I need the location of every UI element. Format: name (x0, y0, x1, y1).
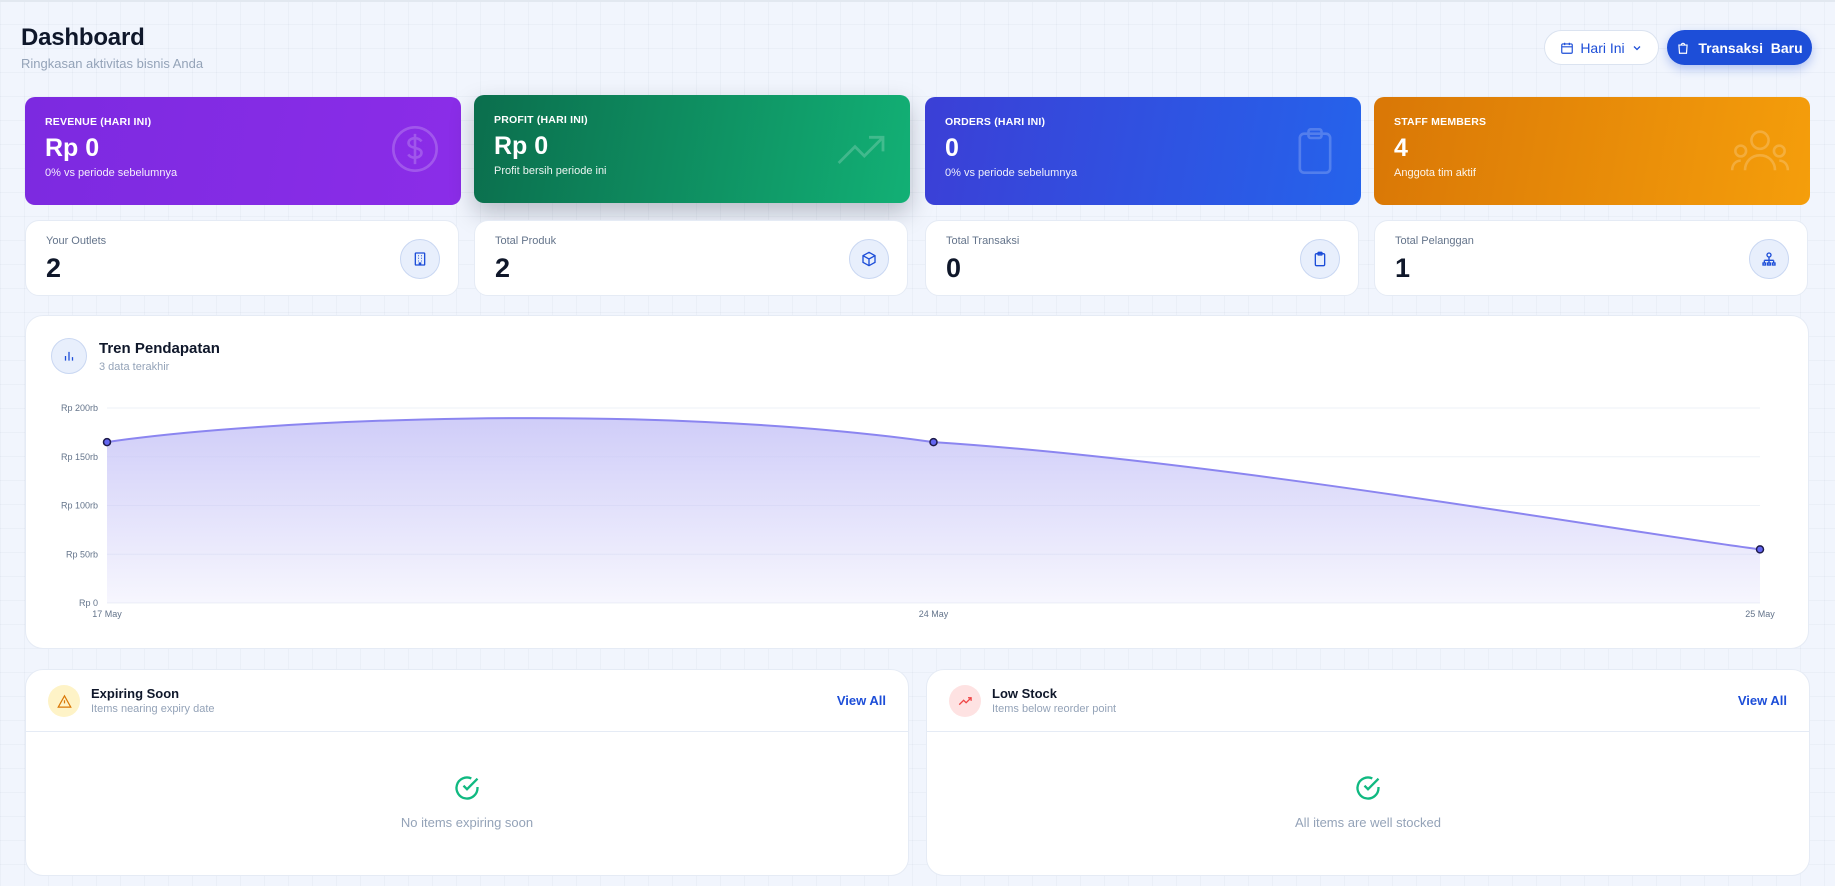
building-icon (400, 239, 440, 279)
view-all-link[interactable]: View All (1738, 693, 1787, 708)
stat-label: REVENUE (HARI INI) (45, 116, 152, 128)
network-icon (1749, 239, 1789, 279)
stat-value: 0 (945, 134, 959, 162)
stat-sub: 0% vs periode sebelumnya (945, 167, 1078, 179)
data-point (1755, 545, 1765, 554)
revenue-card: REVENUE (HARI INI) Rp 0 0% vs periode se… (25, 97, 461, 205)
y-tick-label: Rp 100rb (61, 501, 98, 511)
panel-title: Low Stock (992, 686, 1058, 701)
expiring-soon-panel: Expiring Soon Items nearing expiry date … (25, 669, 909, 876)
y-tick-label: Rp 0 (79, 598, 98, 608)
period-dropdown[interactable]: Hari Ini (1544, 30, 1659, 65)
low-stock-panel: Low Stock Items below reorder point View… (926, 669, 1810, 876)
stat-label: PROFIT (HARI INI) (494, 114, 588, 126)
box-icon (849, 239, 889, 279)
empty-message: All items are well stocked (1295, 815, 1441, 830)
clipboard-icon (1300, 239, 1340, 279)
mini-value: 1 (1395, 253, 1411, 283)
shopping-bag-icon (1678, 42, 1689, 54)
stat-sub: Profit bersih periode ini (494, 165, 607, 177)
data-point (102, 437, 112, 447)
y-tick-label: Rp 150rb (61, 452, 98, 462)
mini-label: Total Pelanggan (1395, 235, 1474, 247)
trending-up-icon (837, 135, 885, 164)
panel-subtitle: Items below reorder point (992, 703, 1117, 715)
users-icon (1730, 130, 1790, 171)
chevron-down-icon (1633, 45, 1641, 50)
new-transaction-button[interactable]: Transaksi Baru (1667, 30, 1812, 65)
staff-card: STAFF MEMBERS 4 Anggota tim aktif (1374, 97, 1810, 205)
stat-sub: 0% vs periode sebelumnya (45, 167, 178, 179)
mini-label: Total Transaksi (946, 235, 1020, 247)
stat-value: Rp 0 (494, 132, 549, 160)
customers-card: Total Pelanggan 1 (1374, 220, 1808, 296)
check-circle-icon (455, 776, 479, 800)
mini-label: Your Outlets (46, 235, 107, 247)
mini-value: 0 (946, 253, 962, 283)
stat-label: ORDERS (HARI INI) (945, 116, 1046, 128)
page-header: Dashboard Ringkasan aktivitas bisnis And… (21, 24, 203, 71)
view-all-link[interactable]: View All (837, 693, 886, 708)
page-subtitle: Ringkasan aktivitas bisnis Anda (21, 56, 204, 71)
y-tick-label: Rp 200rb (61, 403, 98, 413)
panel-subtitle: Items nearing expiry date (91, 703, 215, 715)
stat-value: Rp 0 (45, 134, 100, 162)
revenue-trend-card: Tren Pendapatan 3 data terakhir Rp 0 Rp 5… (25, 315, 1809, 649)
clipboard-icon (1298, 128, 1332, 174)
mini-value: 2 (46, 253, 62, 283)
products-card: Total Produk 2 (474, 220, 908, 296)
top-border (0, 0, 1835, 2)
period-label: Hari Ini (1580, 39, 1625, 56)
mini-value: 2 (495, 253, 511, 283)
x-tick-label: 24 May (919, 609, 949, 619)
revenue-trend-chart: Rp 0 Rp 50rb Rp 100rb Rp 150rb Rp 200rb 17 Ma… (61, 403, 1775, 619)
transactions-card: Total Transaksi 0 (925, 220, 1359, 296)
trend-down-icon (949, 685, 981, 717)
y-tick-label: Rp 50rb (66, 549, 98, 559)
empty-message: No items expiring soon (400, 815, 534, 830)
dollar-icon (392, 126, 438, 172)
panel-header: Low Stock Items below reorder point View… (927, 670, 1809, 732)
panel-title: Expiring Soon (91, 686, 180, 701)
calendar-icon (1561, 42, 1574, 54)
check-circle-icon (1356, 776, 1380, 800)
x-tick-label: 17 May (92, 609, 122, 619)
page-title: Dashboard (21, 24, 145, 51)
outlets-card: Your Outlets 2 (25, 220, 459, 296)
orders-card: ORDERS (HARI INI) 0 0% vs periode sebelu… (925, 97, 1361, 205)
new-transaction-label: Transaksi Baru (1698, 39, 1803, 56)
data-point (929, 437, 938, 447)
panel-empty-state: All items are well stocked (927, 732, 1809, 830)
panel-empty-state: No items expiring soon (26, 732, 908, 830)
warning-icon (48, 685, 80, 717)
profit-card: PROFIT (HARI INI) Rp 0 Profit bersih per… (474, 95, 910, 203)
x-tick-label: 25 May (1745, 609, 1775, 619)
mini-label: Total Produk (495, 235, 557, 247)
panel-header: Expiring Soon Items nearing expiry date … (26, 670, 908, 732)
